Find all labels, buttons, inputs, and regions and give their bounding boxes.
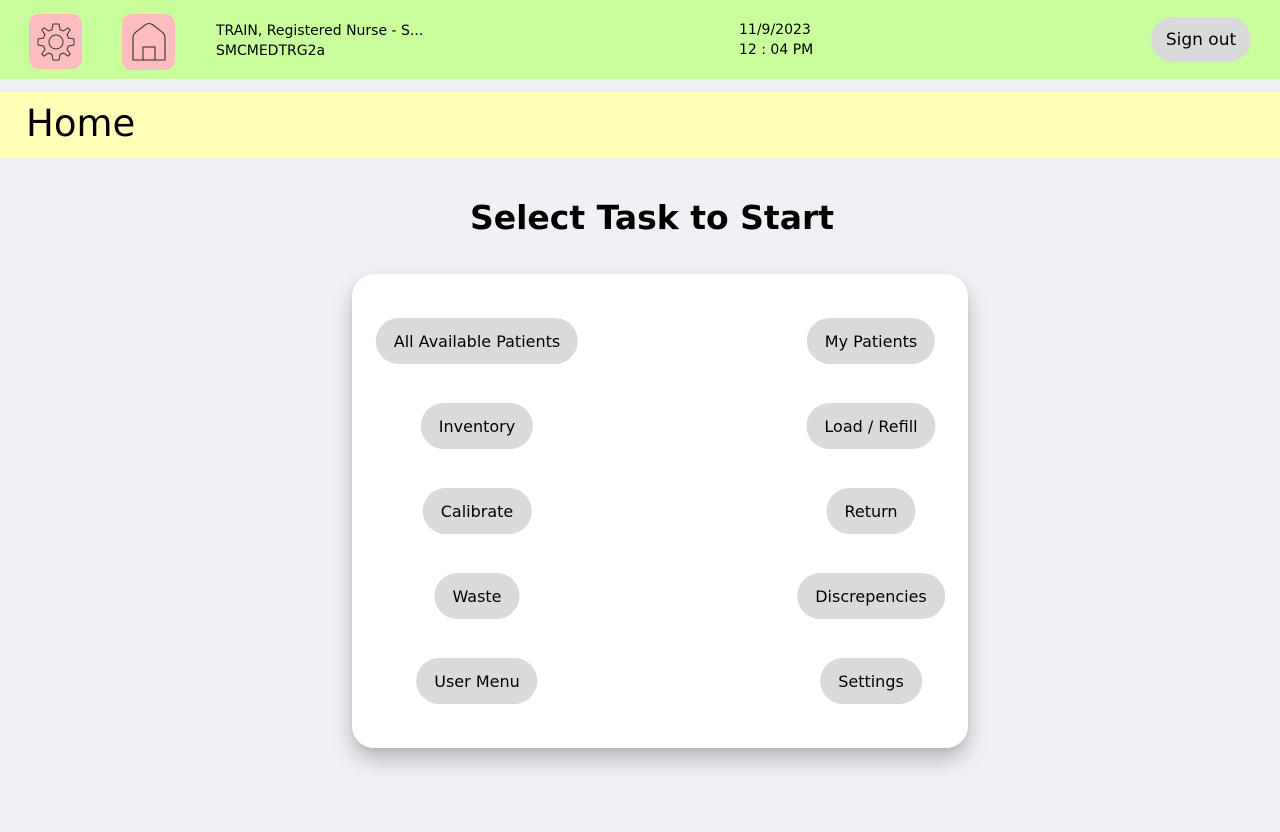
current-date: 11/9/2023 <box>739 22 811 38</box>
user-menu-button[interactable]: User Menu <box>416 658 538 704</box>
return-button[interactable]: Return <box>826 488 916 534</box>
my-patients-button[interactable]: My Patients <box>806 318 936 364</box>
task-panel: All Available Patients Inventory Calibra… <box>352 274 968 748</box>
calibrate-button[interactable]: Calibrate <box>422 488 532 534</box>
settings-gear-button[interactable] <box>29 14 82 69</box>
waste-button[interactable]: Waste <box>434 573 520 619</box>
load-refill-button[interactable]: Load / Refill <box>806 403 936 449</box>
top-bar: TRAIN, Registered Nurse - S... SMCMEDTRG… <box>0 0 1280 79</box>
user-name: TRAIN, Registered Nurse - S... <box>216 23 424 39</box>
discrepencies-button[interactable]: Discrepencies <box>797 573 945 619</box>
sign-out-button[interactable]: Sign out <box>1151 17 1251 62</box>
station-id: SMCMEDTRG2a <box>216 43 326 59</box>
page-title: Home <box>26 102 136 145</box>
task-heading: Select Task to Start <box>469 198 835 237</box>
gear-icon <box>37 23 74 60</box>
settings-button[interactable]: Settings <box>820 658 922 704</box>
page-title-bar: Home <box>0 92 1280 157</box>
current-time: 12 : 04 PM <box>739 42 814 58</box>
home-icon <box>131 22 166 61</box>
all-available-patients-button[interactable]: All Available Patients <box>375 318 579 364</box>
home-button[interactable] <box>122 14 175 70</box>
inventory-button[interactable]: Inventory <box>420 403 534 449</box>
user-info: TRAIN, Registered Nurse - S... SMCMEDTRG… <box>216 21 423 61</box>
date-time: 11/9/2023 12 : 04 PM <box>739 20 813 60</box>
